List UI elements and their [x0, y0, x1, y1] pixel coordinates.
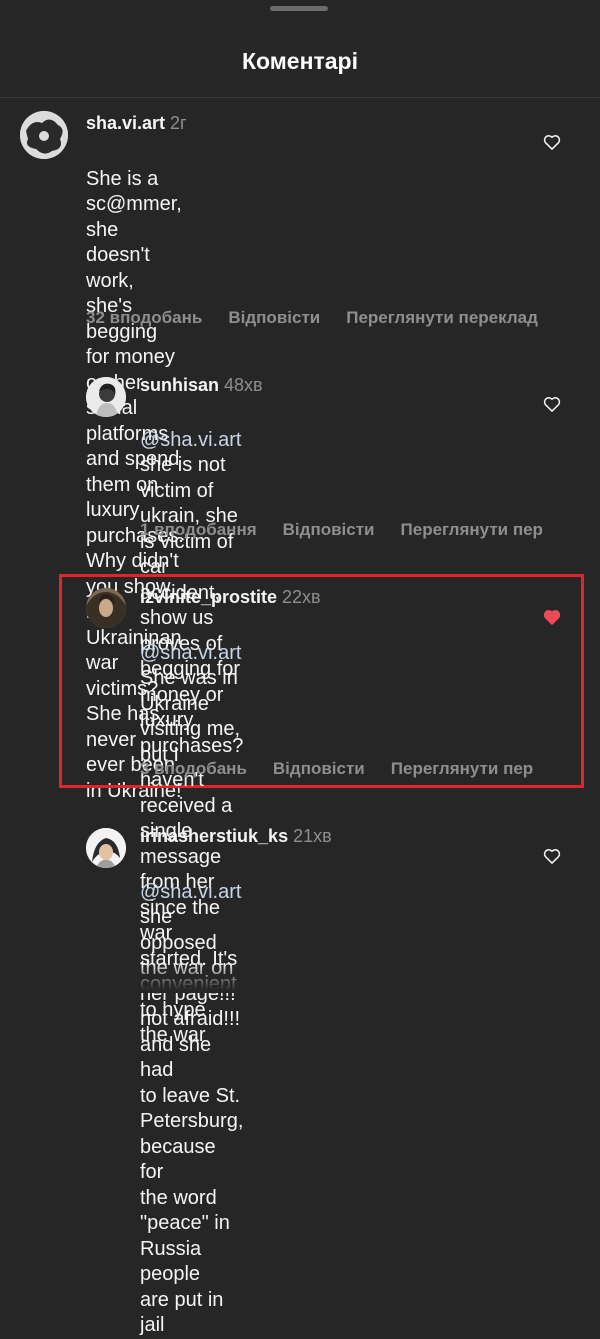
- avatar-image: [20, 111, 68, 159]
- likes-count[interactable]: 32 вподобань: [86, 308, 202, 327]
- likes-count[interactable]: 1 вподобання: [140, 520, 257, 539]
- page-title: Коментарі: [242, 48, 358, 74]
- heart-outline-icon[interactable]: [542, 846, 562, 866]
- reply-button[interactable]: Відповісти: [283, 520, 375, 539]
- username[interactable]: irinasherstiuk_ks: [140, 826, 288, 846]
- avatar[interactable]: [86, 828, 126, 868]
- translate-button[interactable]: Переглянути пер: [391, 759, 533, 778]
- reply-button[interactable]: Відповісти: [273, 759, 365, 778]
- username[interactable]: izvinite_prostite: [140, 587, 277, 607]
- avatar[interactable]: [20, 111, 68, 159]
- heart-outline-icon[interactable]: [542, 132, 562, 152]
- avatar-image: [86, 828, 126, 868]
- comment-text: @sha.vi.art she opposed the war on her p…: [140, 854, 243, 1339]
- heart-filled-icon[interactable]: [542, 607, 562, 627]
- mention-link[interactable]: @sha.vi.art: [140, 642, 241, 664]
- comment-header: sunhisan 48хв: [140, 375, 263, 396]
- heart-outline-icon[interactable]: [542, 394, 562, 414]
- username[interactable]: sunhisan: [140, 375, 219, 395]
- header-divider: [0, 97, 600, 98]
- likes-count[interactable]: 3 вподобань: [140, 759, 247, 778]
- avatar[interactable]: [86, 377, 126, 417]
- avatar-image: [86, 588, 126, 628]
- avatar-image: [86, 377, 126, 417]
- timestamp: 22хв: [282, 587, 321, 607]
- reply-button[interactable]: Відповісти: [228, 308, 320, 327]
- timestamp: 21хв: [293, 826, 332, 846]
- timestamp: 48хв: [224, 375, 263, 395]
- translate-button[interactable]: Переглянути переклад: [346, 308, 538, 327]
- comment-actions: 1 вподобання Відповісти Переглянути пер: [140, 520, 569, 540]
- scroll-fade: [0, 963, 600, 993]
- timestamp: 2г: [170, 113, 187, 133]
- comment-header: izvinite_prostite 22хв: [140, 587, 321, 608]
- avatar[interactable]: [86, 588, 126, 628]
- comment-header: irinasherstiuk_ks 21хв: [140, 826, 332, 847]
- mention-link[interactable]: @sha.vi.art: [140, 429, 241, 451]
- translate-button[interactable]: Переглянути пер: [401, 520, 543, 539]
- highlight-annotation: [59, 574, 584, 788]
- username[interactable]: sha.vi.art: [86, 113, 165, 133]
- comment-actions: 32 вподобань Відповісти Переглянути перекл…: [86, 308, 564, 328]
- comment-actions: 3 вподобань Відповісти Переглянути пер: [140, 759, 559, 779]
- drag-handle[interactable]: [270, 6, 328, 11]
- mention-link[interactable]: @sha.vi.art: [140, 881, 241, 903]
- comment-header: sha.vi.art 2г: [86, 113, 187, 134]
